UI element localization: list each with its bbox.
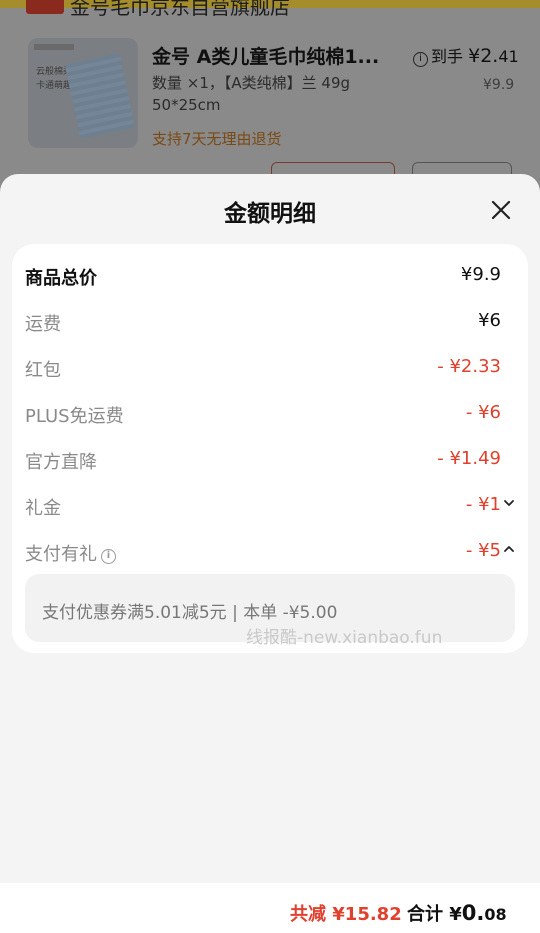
info-icon[interactable]: i (101, 549, 116, 564)
final-price-main: ¥2. (468, 45, 499, 67)
towel-image (64, 53, 136, 139)
payment-gift-detail: 支付优惠券满5.01减5元 | 本单 -¥5.00 线报酷-new.xianba… (25, 574, 515, 648)
close-icon (491, 200, 511, 220)
row-value-text: - ¥1 (465, 494, 501, 515)
row-value-text: - ¥5 (465, 540, 501, 561)
background-order-page: 金号毛巾京东自营旗舰店 云般棉柔 卡通萌趣 金号 A类儿童毛巾纯棉1... 数量… (0, 0, 540, 200)
row-official-discount: 官方直降 - ¥1.49 (25, 446, 501, 476)
watermark: 线报酷-new.xianbao.fun (246, 628, 443, 648)
payment-gift-detail-text: 支付优惠券满5.01减5元 | 本单 -¥5.00 (42, 603, 338, 623)
thumbnail-brand-mark (34, 44, 74, 50)
background-shop-bar: 金号毛巾京东自营旗舰店 (0, 0, 540, 22)
chevron-up-icon (504, 546, 514, 552)
row-label: 官方直降 (25, 452, 97, 473)
final-price-label: 到手 (431, 47, 464, 66)
row-plus-free-shipping: PLUS免运费 - ¥6 (25, 400, 501, 430)
product-title: 金号 A类儿童毛巾纯棉1... (152, 46, 380, 68)
row-value: - ¥2.33 (437, 356, 501, 377)
total-label: 合计 ¥ (407, 904, 462, 925)
row-label: 支付有礼 i (25, 540, 116, 566)
row-goods-total: 商品总价 ¥9.9 (25, 262, 501, 292)
row-label: PLUS免运费 (25, 406, 124, 427)
final-price-decimal: 41 (498, 47, 519, 66)
row-gift-money[interactable]: 礼金 - ¥1 (25, 492, 514, 522)
original-price: ¥9.9 (483, 77, 515, 93)
close-button[interactable] (487, 196, 515, 224)
row-value: ¥6 (478, 310, 501, 331)
row-value: ¥9.9 (460, 264, 501, 285)
total-amount: 合计 ¥0.08 (407, 900, 507, 926)
amount-detail-sheet: 金额明细 商品总价 ¥9.9 运费 ¥6 红包 - ¥2.33 PLUS免运费 … (0, 174, 540, 933)
total-reduce: 共减 ¥15.82 (290, 904, 402, 925)
row-label: 商品总价 (25, 268, 97, 289)
row-label-text: 支付有礼 (25, 544, 97, 565)
final-price: i 到手 ¥2.41 (413, 43, 519, 67)
return-policy: 支持7天无理由退货 (152, 130, 282, 148)
product-thumbnail: 云般棉柔 卡通萌趣 (28, 38, 138, 148)
total-decimal: 08 (484, 905, 507, 924)
chevron-down-icon (504, 500, 514, 506)
row-shipping: 运费 ¥6 (25, 308, 501, 338)
product-spec: 数量 ×1，【A类纯棉】兰 49g 50*25cm (152, 74, 351, 114)
shop-tag (26, 0, 64, 14)
total-integer: 0. (461, 901, 485, 925)
row-value: - ¥6 (465, 402, 501, 423)
row-payment-gift[interactable]: 支付有礼 i - ¥5 (25, 538, 514, 568)
sheet-title: 金额明细 (224, 201, 316, 227)
amount-detail-card: 商品总价 ¥9.9 运费 ¥6 红包 - ¥2.33 PLUS免运费 - ¥6 … (12, 244, 528, 653)
row-label: 红包 (25, 360, 61, 381)
row-value: - ¥1.49 (437, 448, 501, 469)
row-label: 礼金 (25, 498, 61, 519)
footer-bar: 共减 ¥15.82 合计 ¥0.08 (0, 883, 540, 933)
info-icon: i (413, 52, 428, 67)
row-red-packet: 红包 - ¥2.33 (25, 354, 501, 384)
row-label: 运费 (25, 314, 61, 335)
row-value: - ¥1 (466, 494, 515, 515)
thumbnail-text: 卡通萌趣 (36, 81, 73, 91)
shop-name: 金号毛巾京东自营旗舰店 (70, 0, 290, 19)
row-value: - ¥5 (466, 540, 515, 561)
